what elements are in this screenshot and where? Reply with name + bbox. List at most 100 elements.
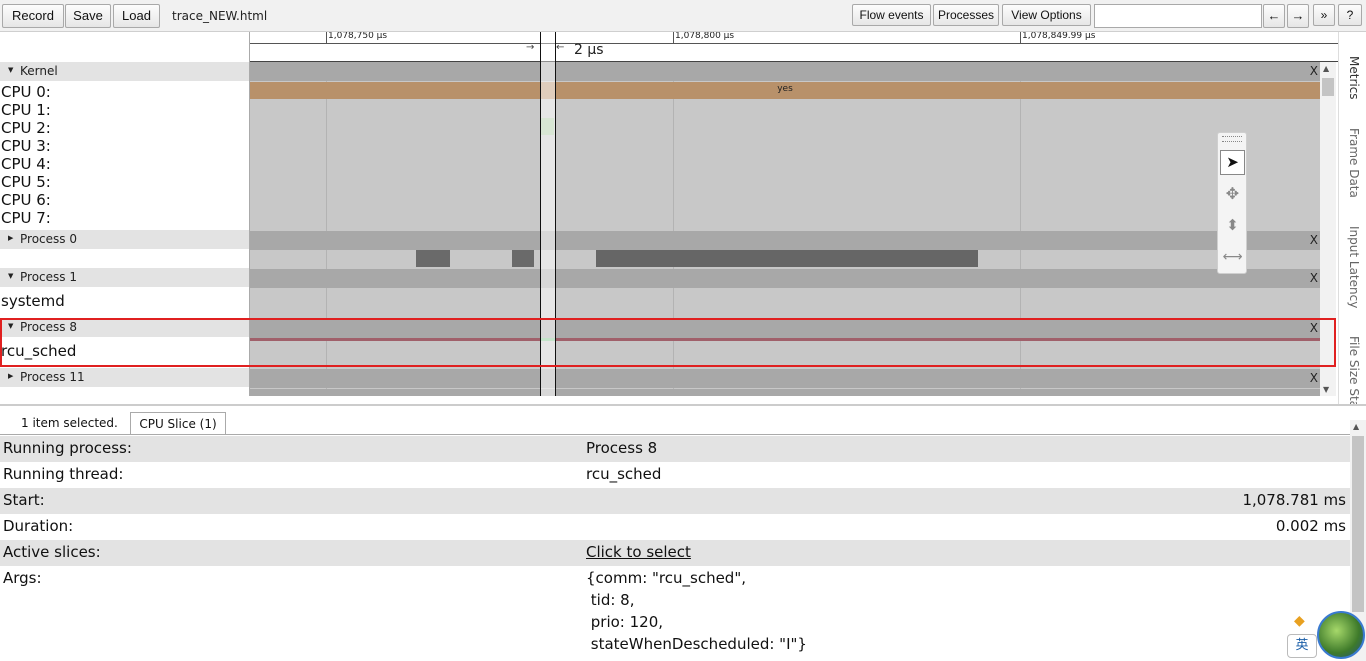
trace-title: trace_NEW.html — [172, 9, 268, 23]
process1-label: Process 1 — [20, 270, 77, 284]
close-track-button[interactable]: X — [1310, 64, 1318, 78]
row-running-thread: Running thread: rcu_sched — [0, 462, 1350, 488]
row-active-slices: Active slices: Click to select — [0, 540, 1350, 566]
diamond-icon[interactable]: ◆ — [1294, 613, 1310, 629]
row-key: Running process: — [3, 439, 132, 457]
process11-header[interactable]: ▶ Process 11 — [0, 368, 249, 387]
record-button[interactable]: Record — [2, 4, 64, 28]
load-button[interactable]: Load — [113, 4, 160, 28]
help-button[interactable]: ? — [1338, 4, 1362, 26]
thread-label-systemd: systemd — [1, 292, 65, 310]
time-ruler[interactable]: 1,078,750 µs 1,078,800 µs 1,078,849.99 µ… — [250, 32, 1338, 62]
scrollbar-thumb[interactable] — [1322, 78, 1334, 96]
row-key: Duration: — [3, 517, 74, 535]
row-key: Active slices: — [3, 543, 101, 561]
scroll-up-icon[interactable]: ▲ — [1353, 422, 1359, 431]
process0-slice[interactable] — [596, 250, 978, 267]
process0-header[interactable]: ▶ Process 0 — [0, 230, 249, 249]
more-button[interactable]: » — [1313, 4, 1335, 26]
kernel-header[interactable]: ▼ Kernel — [0, 62, 249, 81]
ruler-major-tick — [326, 32, 327, 44]
process0-label: Process 0 — [20, 232, 77, 246]
side-panel-tabs: Metrics Frame Data Input Latency File Si… — [1338, 32, 1366, 419]
collapse-triangle-icon[interactable]: ▶ — [8, 234, 13, 242]
close-track-button[interactable]: X — [1310, 271, 1318, 285]
args-line: tid: 8, — [586, 591, 635, 609]
pan-mode-icon[interactable]: ✥ — [1220, 181, 1245, 206]
tab-input-latency[interactable]: Input Latency — [1347, 226, 1361, 308]
scroll-up-icon[interactable]: ▲ — [1323, 64, 1329, 73]
selection-duration: 2 µs — [574, 42, 604, 58]
cpu-label: CPU 1: — [1, 101, 51, 119]
cpu-label: CPU 5: — [1, 173, 51, 191]
row-key: Running thread: — [3, 465, 124, 483]
collapse-triangle-icon[interactable]: ▶ — [8, 372, 13, 380]
ruler-tick-label: 1,078,750 µs — [328, 32, 388, 41]
row-value: Process 8 — [586, 439, 658, 457]
cpu0-slice[interactable]: yes — [250, 82, 1320, 99]
row-value: 0.002 ms — [1275, 517, 1346, 535]
ruler-baseline — [250, 43, 1338, 44]
process14-track-header — [250, 389, 1320, 396]
find-next-button[interactable]: → — [1287, 4, 1309, 28]
view-options-button[interactable]: View Options — [1002, 4, 1091, 26]
ruler-tick-label: 1,078,800 µs — [675, 32, 735, 41]
kernel-label: Kernel — [20, 64, 58, 78]
row-running-process: Running process: Process 8 — [0, 436, 1350, 462]
cpu-label: CPU 4: — [1, 155, 51, 173]
close-track-button[interactable]: X — [1310, 371, 1318, 385]
tab-frame-data[interactable]: Frame Data — [1347, 128, 1361, 198]
scrollbar-thumb[interactable] — [1352, 436, 1364, 612]
process0-slice[interactable] — [416, 250, 450, 267]
duration-arrow-left-icon: → — [526, 42, 535, 53]
process1-header[interactable]: ▼ Process 1 — [0, 268, 249, 287]
cpu-label: CPU 0: — [1, 83, 51, 101]
save-button[interactable]: Save — [65, 4, 111, 28]
row-value: 1,078.781 ms — [1242, 491, 1346, 509]
row-duration: Duration: 0.002 ms — [0, 514, 1350, 540]
row-args: Args: {comm: "rcu_sched", tid: 8, prio: … — [0, 566, 1350, 661]
assistant-avatar[interactable] — [1317, 611, 1365, 659]
kernel-track-header: X — [250, 62, 1320, 81]
cpu-label: CPU 6: — [1, 191, 51, 209]
selection-mode-icon[interactable]: ➤ — [1220, 150, 1245, 175]
scroll-down-icon[interactable]: ▼ — [1323, 385, 1329, 394]
timing-mode-icon[interactable]: ⟷ — [1220, 245, 1245, 270]
tab-cpu-slice[interactable]: CPU Slice (1) — [130, 412, 226, 435]
process0-track-header: X — [250, 231, 1320, 250]
flow-events-button[interactable]: Flow events — [852, 4, 931, 26]
analysis-panel: 1 item selected. CPU Slice (1) Running p… — [0, 404, 1366, 661]
process1-track-header: X — [250, 269, 1320, 288]
drag-handle[interactable] — [1222, 136, 1242, 142]
ime-indicator[interactable]: 英 — [1287, 634, 1317, 658]
highlight-box — [0, 318, 1336, 367]
click-to-select-link[interactable]: Click to select — [586, 543, 691, 561]
tab-metrics[interactable]: Metrics — [1347, 56, 1361, 100]
duration-arrow-right-icon: ← — [556, 42, 565, 53]
row-start: Start: 1,078.781 ms — [0, 488, 1350, 514]
close-track-button[interactable]: X — [1310, 233, 1318, 247]
zoom-mode-icon[interactable]: ⬍ — [1220, 213, 1245, 238]
args-line: prio: 120, — [586, 613, 664, 631]
args-line: {comm: "rcu_sched", — [586, 569, 746, 587]
mouse-mode-selector: ➤ ✥ ⬍ ⟷ — [1217, 132, 1247, 274]
processes-button[interactable]: Processes — [933, 4, 999, 26]
args-line: stateWhenDescheduled: "I"} — [586, 635, 807, 653]
ruler-tick-label: 1,078,849.99 µs — [1022, 32, 1096, 41]
search-input[interactable] — [1094, 4, 1262, 28]
cpu-label: CPU 2: — [1, 119, 51, 137]
expand-triangle-icon[interactable]: ▼ — [8, 272, 13, 280]
process0-slice[interactable] — [512, 250, 534, 267]
row-key: Start: — [3, 491, 45, 509]
process11-label: Process 11 — [20, 370, 85, 384]
cpu-label: CPU 3: — [1, 137, 51, 155]
selection-count: 1 item selected. — [21, 416, 118, 430]
process11-track-header: X — [250, 369, 1320, 388]
row-key: Args: — [3, 569, 42, 587]
toolbar: Record Save Load trace_NEW.html Flow eve… — [0, 0, 1366, 32]
expand-triangle-icon[interactable]: ▼ — [8, 66, 13, 74]
selection-range-ruler — [540, 32, 556, 62]
find-prev-button[interactable]: ← — [1263, 4, 1285, 28]
tab-divider — [0, 434, 1350, 435]
ruler-major-tick — [1020, 32, 1021, 44]
